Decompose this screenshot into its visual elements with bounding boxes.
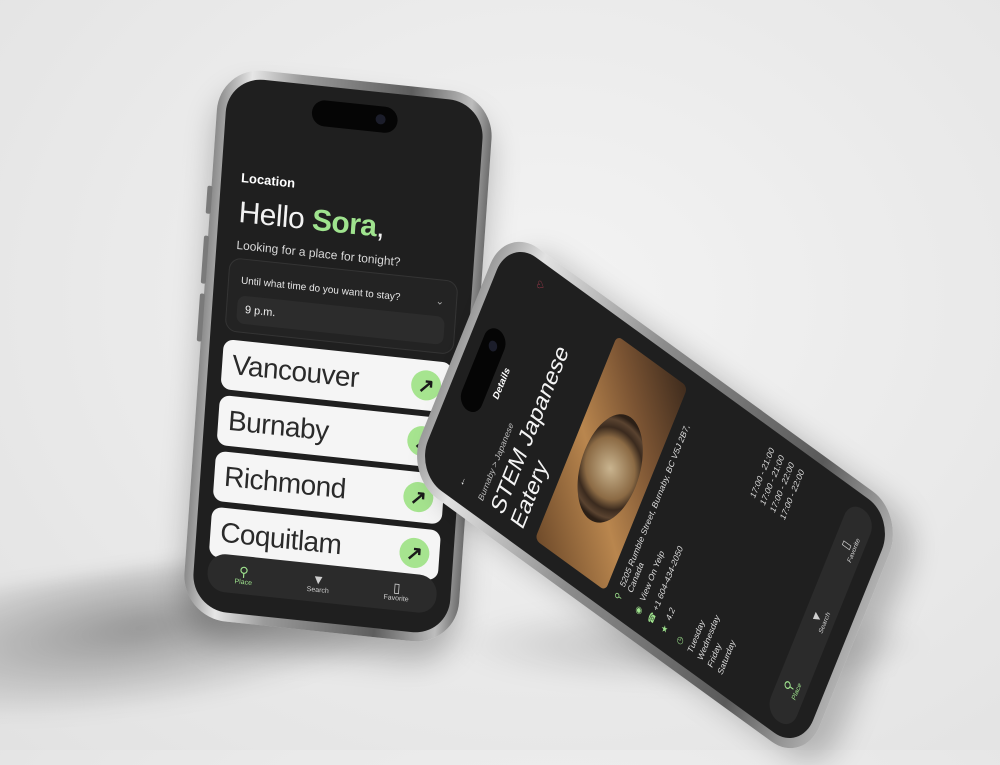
city-label: Richmond xyxy=(223,460,347,505)
city-label: Vancouver xyxy=(231,349,360,394)
mute-switch xyxy=(205,185,213,214)
greeting-prefix: Hello xyxy=(237,195,314,237)
tab-search[interactable]: ▼ Search xyxy=(807,603,831,636)
heart-icon[interactable]: ♡ xyxy=(536,279,548,293)
greeting: Hello Sora, xyxy=(238,196,386,245)
camera-icon xyxy=(487,338,499,354)
tab-label: Place xyxy=(234,577,253,587)
tab-favorite[interactable]: ▯ Favorite xyxy=(383,579,410,603)
food-plate-image xyxy=(564,399,657,538)
tab-label: Search xyxy=(306,585,330,595)
tab-search[interactable]: ▼ Search xyxy=(306,570,330,595)
city-label: Burnaby xyxy=(227,404,330,447)
volume-up-button xyxy=(200,235,210,284)
bookmark-icon: ▯ xyxy=(392,579,401,596)
back-arrow-icon[interactable]: ← xyxy=(457,473,469,488)
tab-label: Favorite xyxy=(383,593,409,604)
page-title: Location xyxy=(240,170,296,191)
pin-icon: ⚲ xyxy=(238,563,250,580)
chevron-down-icon: ⌄ xyxy=(435,295,445,308)
tab-place[interactable]: ⚲ Place xyxy=(234,563,253,587)
tab-place[interactable]: ⚲ Place xyxy=(780,674,803,702)
stay-time-card: Until what time do you want to stay? ⌄ 9… xyxy=(224,257,459,356)
filter-icon: ▼ xyxy=(311,570,326,588)
camera-icon xyxy=(375,113,386,125)
dynamic-island xyxy=(311,99,399,135)
clock-icon: ◷ xyxy=(674,633,686,647)
arrow-up-right-icon[interactable]: ↗ xyxy=(398,536,431,570)
volume-down-button xyxy=(196,293,206,342)
phone-home: Location Hello Sora, Looking for a place… xyxy=(181,66,495,646)
tab-favorite[interactable]: ▯ Favorite xyxy=(836,529,861,564)
greeting-suffix: , xyxy=(375,210,386,245)
home-screen: Location Hello Sora, Looking for a place… xyxy=(191,76,485,636)
user-name: Sora xyxy=(310,203,378,244)
